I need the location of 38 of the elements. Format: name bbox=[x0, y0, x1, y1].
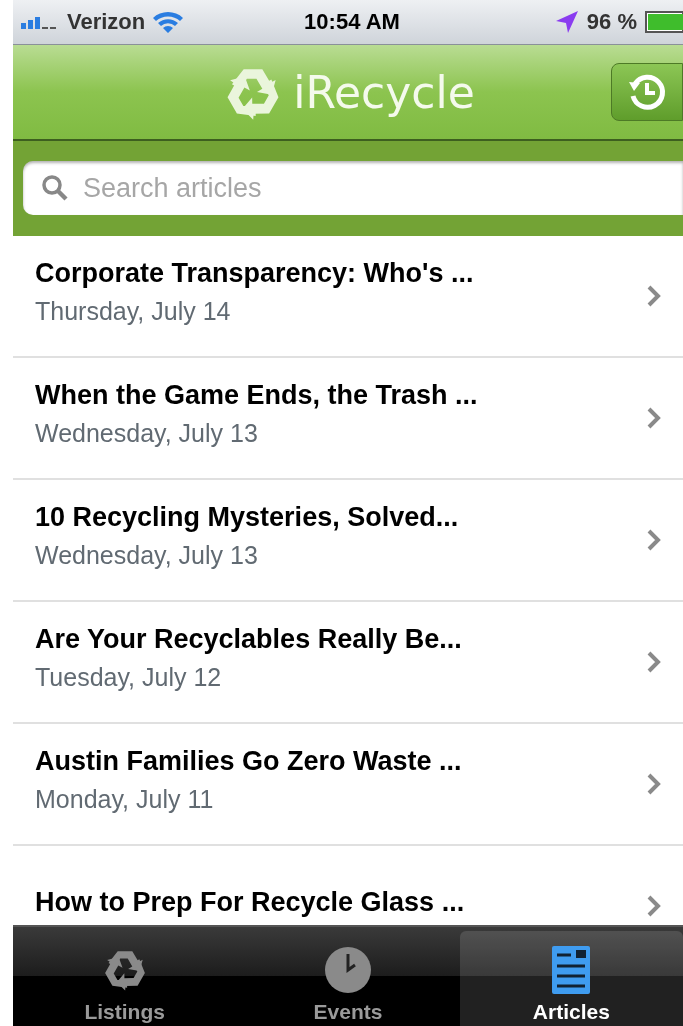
battery-percent: 96 % bbox=[586, 9, 637, 35]
location-arrow-icon bbox=[554, 10, 579, 34]
chevron-icon bbox=[647, 773, 661, 795]
tab[interactable]: Events bbox=[236, 931, 460, 1026]
clock-icon bbox=[324, 946, 372, 994]
chevron-icon bbox=[647, 895, 661, 917]
article-row[interactable]: When the Game Ends, the Trash ... Wednesday, July 13 bbox=[13, 358, 683, 480]
article-date: Wednesday, July 13 bbox=[35, 541, 259, 570]
tab[interactable]: Articles bbox=[459, 931, 683, 1026]
tab[interactable]: Listings bbox=[13, 931, 237, 1026]
article-date: Thursday, July 14 bbox=[35, 297, 232, 326]
search-icon bbox=[41, 174, 69, 202]
chevron-icon bbox=[647, 529, 661, 551]
history-button[interactable] bbox=[611, 63, 683, 121]
history-icon bbox=[627, 72, 667, 112]
carrier-name: Verizon bbox=[67, 9, 146, 35]
article-title: 10 Recycling Mysteries, Solved... bbox=[35, 502, 460, 533]
chevron-icon bbox=[647, 651, 661, 673]
app-title: iRecycle bbox=[293, 66, 475, 118]
article-title: How to Prep For Recycle Glass ... bbox=[35, 886, 466, 918]
article-title: Austin Families Go Zero Waste ... bbox=[35, 746, 463, 777]
wifi-icon bbox=[151, 9, 186, 35]
battery-icon bbox=[645, 11, 683, 33]
chevron-icon bbox=[647, 407, 661, 429]
search-field[interactable]: Search articles bbox=[23, 161, 683, 215]
article-date: Monday, July 11 bbox=[35, 785, 215, 814]
article-date: Tuesday, July 12 bbox=[35, 663, 223, 692]
clock-time: 10:54 AM bbox=[304, 9, 400, 34]
chevron-icon bbox=[647, 285, 661, 307]
article-title: Corporate Transparency: Who's ... bbox=[35, 258, 475, 289]
article-row[interactable]: Corporate Transparency: Who's ... Thursday, July 14 bbox=[13, 236, 683, 358]
article-row[interactable]: Austin Families Go Zero Waste ... Monday, July 11 bbox=[13, 724, 683, 846]
article-title: When the Game Ends, the Trash ... bbox=[35, 380, 479, 411]
article-row[interactable]: Are Your Recyclables Really Be... Tuesday, July 12 bbox=[13, 602, 683, 724]
article-title: Are Your Recyclables Really Be... bbox=[35, 624, 463, 655]
article-row[interactable]: 10 Recycling Mysteries, Solved... Wednesday, July 13 bbox=[13, 480, 683, 602]
article-date: Wednesday, July 13 bbox=[35, 419, 259, 448]
document-icon bbox=[552, 946, 591, 994]
